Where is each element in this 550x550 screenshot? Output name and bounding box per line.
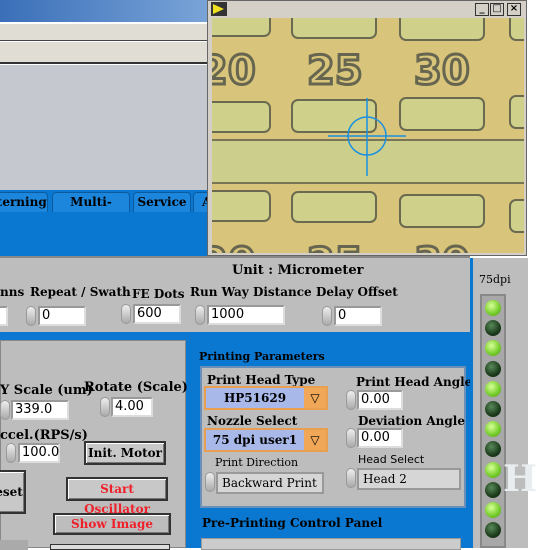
runway-input[interactable]: 1000 (207, 305, 285, 325)
direction-label: Print Direction (215, 456, 299, 469)
nozzle-led-on (485, 421, 501, 438)
scale-number: 20 (212, 240, 256, 253)
main-title-bar (0, 0, 208, 22)
nozzle-led-off (485, 441, 501, 458)
deviation-input[interactable]: 0.00 (357, 428, 403, 448)
chevron-down-icon: ▽ (304, 430, 326, 450)
start-oscillator-button[interactable]: Start Oscillator (66, 477, 168, 516)
head-select-ring[interactable]: Head 2 (357, 468, 461, 490)
tab-multi-head[interactable]: Multi-Head (52, 192, 130, 227)
partial-control (0, 540, 28, 550)
watermark-h: H (503, 458, 538, 500)
scale-number: 30 (414, 48, 470, 94)
head-select-label: Head Select (358, 453, 425, 466)
scale-number: 25 (307, 48, 363, 94)
yscale-label: Y Scale (um) (0, 383, 93, 398)
accel-label: ccel.(RPS/s) (0, 428, 88, 443)
init-motor-button[interactable]: Init. Motor (84, 441, 166, 465)
delay-input[interactable]: 0 (334, 306, 382, 326)
nozzle-led-on (485, 461, 501, 478)
rotate-spinner[interactable] (100, 397, 110, 417)
nozzle-label: Nozzle Select (207, 414, 298, 428)
menu-bar (0, 24, 208, 41)
delay-spinner[interactable] (322, 306, 332, 326)
rotate-input[interactable]: 4.00 (111, 397, 153, 417)
repeat-spinner[interactable] (26, 306, 36, 326)
head-angle-spinner[interactable] (346, 390, 356, 410)
deviation-label: Deviation Angle (358, 414, 465, 428)
head-select-spinner[interactable] (346, 468, 356, 488)
runway-label: Run Way Distance (190, 285, 312, 299)
scale-number: 20 (212, 48, 256, 94)
close-button[interactable]: × (507, 3, 521, 16)
yscale-input[interactable]: 339.0 (11, 400, 69, 420)
nozzle-led-off (485, 401, 501, 417)
fe-dots-input[interactable]: 600 (133, 304, 181, 324)
preprint-panel (201, 538, 461, 550)
partial-button[interactable] (50, 544, 170, 550)
accel-spinner[interactable] (6, 443, 16, 463)
scale-number: 30 (414, 240, 470, 253)
microscope-image[interactable]: 20 25 30 20 25 30 (212, 18, 524, 253)
labview-icon (211, 2, 227, 16)
rotate-label: Rotate (Scale) (84, 380, 188, 395)
delay-label: Delay Offset (316, 285, 398, 299)
direction-spinner[interactable] (205, 472, 215, 492)
head-type-label: Print Head Type (207, 373, 316, 387)
repeat-label: Repeat / Swath (30, 285, 131, 299)
columns-label: nns (0, 285, 25, 299)
runway-spinner[interactable] (195, 305, 205, 325)
toolbar (0, 42, 208, 64)
head-type-dropdown[interactable]: HP51629 ▽ (204, 386, 328, 410)
yscale-spinner[interactable] (0, 400, 10, 420)
reset-button[interactable]: eset (0, 470, 26, 514)
preprint-title: Pre-Printing Control Panel (202, 516, 383, 530)
chevron-down-icon: ▽ (304, 388, 326, 408)
scale-number: 25 (307, 240, 363, 253)
fe-dots-label: FE Dots (132, 287, 185, 301)
nozzle-led-off (485, 522, 501, 539)
nozzle-dropdown[interactable]: 75 dpi user1 ▽ (204, 428, 328, 452)
nozzle-led-on (485, 340, 501, 357)
printing-parameters-title: Printing Parameters (199, 350, 325, 363)
fe-dots-spinner[interactable] (121, 304, 131, 324)
minimize-button[interactable]: _ (475, 3, 489, 16)
columns-input[interactable] (0, 306, 8, 326)
tab-patterning[interactable]: tterning (0, 192, 48, 212)
accel-input[interactable]: 100.0 (18, 443, 60, 463)
nozzle-led-off (485, 481, 501, 498)
nozzle-led-on (485, 502, 501, 518)
tab-service[interactable]: Service (133, 192, 191, 212)
repeat-input[interactable]: 0 (38, 306, 86, 326)
head-angle-label: Print Head Angle (356, 375, 473, 389)
nozzle-led-on (485, 300, 501, 316)
video-window: _ □ × 20 25 30 20 25 30 (207, 0, 527, 256)
led-panel-label: 75dpi (479, 273, 511, 286)
nozzle-led-on (485, 380, 501, 397)
front-panel-area (0, 65, 208, 191)
nozzle-led-off (485, 320, 501, 337)
nozzle-led-column (480, 294, 506, 548)
head-type-value: HP51629 (223, 391, 287, 405)
show-image-button[interactable]: Show Image (53, 513, 171, 535)
unit-label: Unit : Micrometer (232, 263, 364, 278)
nozzle-led-off (485, 360, 501, 377)
deviation-spinner[interactable] (346, 428, 356, 448)
direction-ring[interactable]: Backward Print (216, 472, 324, 494)
nozzle-value: 75 dpi user1 (212, 433, 298, 447)
maximize-button[interactable]: □ (490, 3, 504, 16)
head-angle-input[interactable]: 0.00 (357, 390, 403, 410)
